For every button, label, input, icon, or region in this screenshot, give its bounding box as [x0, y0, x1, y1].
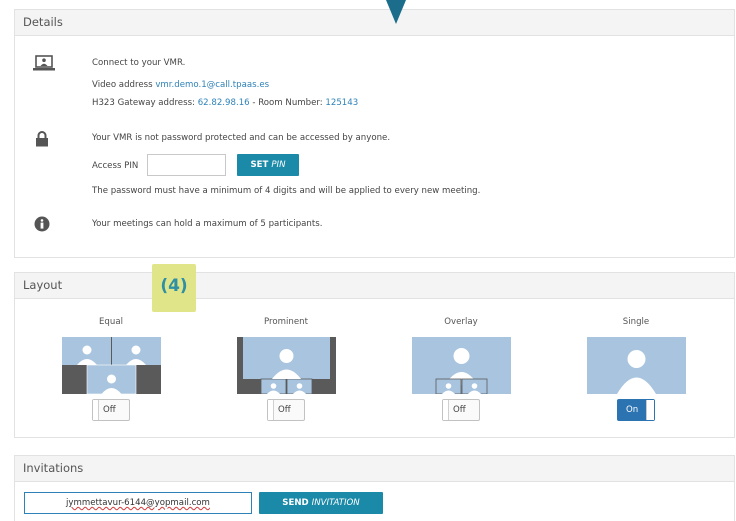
details-panel: Details Connect to your VMR. Video addre… [14, 9, 735, 258]
toggle-equal-state: Off [103, 405, 116, 415]
toggle-knob [443, 400, 449, 420]
invitations-header: Invitations [15, 456, 734, 482]
invitation-email-value: jymmettavur-6144@yopmail.com [66, 498, 210, 508]
toggle-knob [93, 400, 99, 420]
invitation-email-input[interactable]: jymmettavur-6144@yopmail.com [24, 492, 252, 514]
layout-option-equal: Equal Off [51, 317, 171, 421]
layout-thumb-single[interactable] [586, 337, 686, 394]
layout-option-single: Single On [576, 317, 696, 421]
pointer-arrow-icon [386, 0, 406, 24]
overlay-layout-icon [435, 348, 487, 394]
set-pin-label: SET [250, 160, 272, 170]
send-invitation-label-italic: INVITATION [311, 498, 360, 508]
layout-header: Layout [15, 273, 734, 299]
layout-option-prominent: Prominent Off [226, 317, 346, 421]
layout-thumb-overlay[interactable] [411, 337, 511, 394]
connect-text: Connect to your VMR. [92, 58, 186, 68]
laptop-user-icon [33, 55, 55, 71]
video-address-line: Video address vmr.demo.1@call.tpaas.es [92, 80, 269, 90]
video-address-link[interactable]: vmr.demo.1@call.tpaas.es [155, 80, 269, 90]
gateway-label: H323 Gateway address: [92, 98, 198, 108]
room-number-link[interactable]: 125143 [325, 98, 358, 108]
gateway-line: H323 Gateway address: 62.82.98.16 - Room… [92, 98, 358, 108]
video-address-label: Video address [92, 80, 156, 90]
single-layout-icon [616, 350, 656, 394]
participants-note: Your meetings can hold a maximum of 5 pa… [92, 219, 323, 229]
layout-label-single: Single [622, 317, 650, 327]
send-invitation-button[interactable]: SEND INVITATION [259, 492, 383, 514]
layout-thumb-prominent[interactable] [236, 337, 336, 394]
room-number-label: - Room Number: [249, 98, 326, 108]
access-pin-input[interactable] [147, 154, 226, 176]
step-badge: (4) [152, 264, 196, 312]
toggle-equal[interactable]: Off [92, 399, 130, 421]
layout-label-overlay: Overlay [444, 317, 478, 327]
lock-icon [36, 131, 48, 147]
prominent-layout-icon [242, 337, 330, 394]
toggle-single[interactable]: On [617, 399, 655, 421]
set-pin-button[interactable]: SET PIN [237, 154, 299, 176]
send-invitation-label: SEND [282, 498, 312, 508]
layout-label-prominent: Prominent [264, 317, 308, 327]
details-header: Details [15, 10, 734, 36]
toggle-overlay-state: Off [453, 405, 466, 415]
toggle-single-state: On [626, 405, 639, 415]
info-icon [34, 216, 50, 232]
password-warning: Your VMR is not password protected and c… [92, 133, 391, 143]
pin-requirement-note: The password must have a minimum of 4 di… [92, 186, 481, 196]
toggle-knob [646, 400, 654, 420]
toggle-prominent-state: Off [278, 405, 291, 415]
layout-label-equal: Equal [99, 317, 123, 327]
set-pin-label-italic: PIN [271, 160, 286, 170]
layout-option-overlay: Overlay Off [401, 317, 521, 421]
access-pin-label: Access PIN [92, 161, 139, 171]
layout-thumb-equal[interactable] [61, 337, 161, 394]
gateway-address-link[interactable]: 62.82.98.16 [198, 98, 250, 108]
equal-layout-icon [61, 337, 161, 394]
toggle-overlay[interactable]: Off [442, 399, 480, 421]
toggle-prominent[interactable]: Off [267, 399, 305, 421]
toggle-knob [268, 400, 274, 420]
